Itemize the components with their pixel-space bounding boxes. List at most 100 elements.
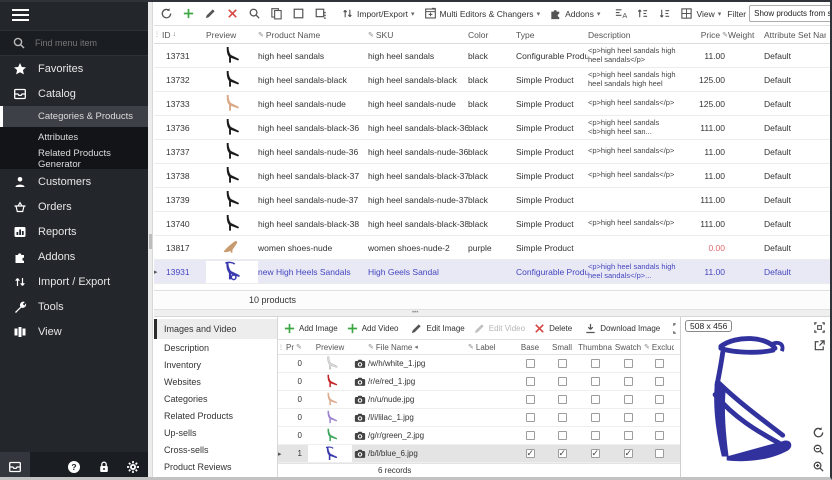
fit-screen-icon[interactable] [813,321,826,334]
sidebar-item-favorites[interactable]: Favorites [0,56,148,81]
product-row[interactable]: 13740 high heel sandals-black-38 high he… [154,212,830,236]
exclude-checkbox[interactable] [655,431,664,440]
tab-categories[interactable]: Categories [154,390,277,407]
cell-price[interactable]: 11.00 [684,51,728,61]
cell-small[interactable] [546,413,578,422]
tab-description[interactable]: Description [154,339,277,356]
zoom-in-icon[interactable] [812,460,825,473]
thumbnail-checkbox[interactable] [591,431,600,440]
cell-base[interactable] [514,431,546,440]
cell-exclude[interactable] [644,359,674,368]
download-image-button[interactable]: Download Image [581,320,663,337]
cell-product-name[interactable]: high heel sandals-black-37 [258,171,368,181]
zoom-out-icon[interactable] [812,443,825,456]
thumbnail-checkbox[interactable] [591,377,600,386]
help-button[interactable]: ? [59,452,89,480]
base-checkbox[interactable] [526,413,535,422]
cell-price[interactable]: 125.00 [684,75,728,85]
cell-base[interactable] [514,395,546,404]
cell-position[interactable]: 0 [286,395,308,404]
cell-exclude[interactable] [644,395,674,404]
cell-position[interactable]: 0 [286,431,308,440]
set-resize-rule-button[interactable]: Set Resize Rule [669,320,680,337]
cell-description[interactable]: <p>high heel sandals high heel sandals</… [588,47,684,64]
cell-small[interactable] [546,431,578,440]
cell-small[interactable] [546,359,578,368]
cell-sku[interactable]: high heel sandals [368,51,468,61]
sidebar-item-catalog[interactable]: Catalog [0,81,148,106]
column-header-product-name[interactable]: ✎Product Name [258,30,368,40]
column-header-attribute-set[interactable]: Attribute Set Name [764,30,826,40]
cell-sku[interactable]: high heel sandals-nude-37 [368,195,468,205]
small-checkbox[interactable] [558,359,567,368]
thumbnail-checkbox[interactable] [591,359,600,368]
image-row-selected[interactable]: ▸ 1 /b/l/blue_6.jpg [278,445,680,463]
cell-swatch[interactable] [612,413,644,422]
import-export-menu[interactable]: Import/Export▾ [338,5,418,22]
swatch-checkbox[interactable] [624,395,633,404]
cell-price[interactable]: 11.00 [684,267,728,277]
cell-sku[interactable]: High Geels Sandal [368,267,468,277]
cell-description[interactable]: <p>high heel sandals high heel sandals h… [588,71,684,88]
base-checkbox[interactable] [526,377,535,386]
tab-cross-sells[interactable]: Cross-sells [154,441,277,458]
auto-column-width-button[interactable]: A [611,5,630,22]
sidebar-item-addons[interactable]: Addons [0,244,148,269]
panel-splitter-vertical[interactable] [148,2,153,479]
settings-button[interactable] [118,452,148,480]
splitter-handle[interactable] [149,234,152,249]
product-row[interactable]: 13739 high heel sandals-nude-37 high hee… [154,188,830,212]
sidebar-item-import-export[interactable]: Import / Export [0,269,148,294]
cell-swatch[interactable] [612,359,644,368]
column-header-description[interactable]: Description [588,30,684,40]
cell-exclude[interactable] [644,431,674,440]
column-header-type[interactable]: Type [516,30,588,40]
exclude-checkbox[interactable] [655,395,664,404]
cell-product-name[interactable]: high heel sandals-black [258,75,368,85]
base-checkbox-checked[interactable] [526,449,535,458]
product-row[interactable]: 13732 high heel sandals-black high heel … [154,68,830,92]
column-header-preview[interactable]: Preview [206,30,258,40]
cell-position[interactable]: 0 [286,359,308,368]
column-header-thumbnail[interactable]: Thumbna [578,343,612,352]
sidebar-item-related-products-generator[interactable]: Related Products Generator [0,148,148,169]
edit-image-button[interactable]: Edit Image [407,320,467,337]
cell-base[interactable] [514,377,546,386]
cell-price[interactable]: 111.00 [684,195,728,205]
column-header-file-name[interactable]: ✎File Name◂ [368,343,468,352]
cell-thumbnail[interactable] [578,377,612,386]
cell-description[interactable]: <p>high heel sandals</p> [588,219,684,228]
cell-sku[interactable]: high heel sandals-black-38 [368,219,468,229]
image-row[interactable]: 0 /r/e/red_1.jpg [278,373,680,391]
image-row[interactable]: 0 /g/r/green_2.jpg [278,427,680,445]
edit-product-button[interactable] [201,5,220,22]
sidebar-search[interactable] [0,30,148,56]
open-external-icon[interactable] [813,339,826,352]
cell-thumbnail[interactable] [578,449,612,458]
small-checkbox[interactable] [558,395,567,404]
cell-description[interactable]: <p>high heel sandals</p> [588,99,684,108]
small-checkbox[interactable] [558,413,567,422]
cell-sku[interactable]: women shoes-nude-2 [368,243,468,253]
cell-sku[interactable]: high heel sandals-nude [368,99,468,109]
cell-description[interactable]: <p>high heel sandals</p> [588,171,684,180]
product-row[interactable]: 13731 high heel sandals high heel sandal… [154,44,830,68]
cell-position[interactable]: 0 [286,413,308,422]
base-checkbox[interactable] [526,431,535,440]
swatch-checkbox[interactable] [624,377,633,386]
cell-thumbnail[interactable] [578,431,612,440]
cell-file-name[interactable]: /r/e/red_1.jpg [368,377,468,386]
cell-base[interactable] [514,359,546,368]
tab-related-products[interactable]: Related Products [154,407,277,424]
small-checkbox[interactable] [558,431,567,440]
exclude-checkbox[interactable] [655,449,664,458]
addons-menu[interactable]: Addons▾ [546,5,603,22]
menu-search-input[interactable] [33,37,133,49]
swatch-checkbox-checked[interactable] [624,449,633,458]
column-header-preview[interactable]: Preview [308,343,352,352]
cell-description[interactable]: <p>high heel sandals <b>high heel san... [588,119,684,136]
product-row[interactable]: 13736 high heel sandals-black-36 high he… [154,116,830,140]
image-row[interactable]: 0 /w/h/white_1.jpg [278,355,680,373]
product-row[interactable]: 13733 high heel sandals-nude high heel s… [154,92,830,116]
collapse-rows-button[interactable] [655,5,674,22]
